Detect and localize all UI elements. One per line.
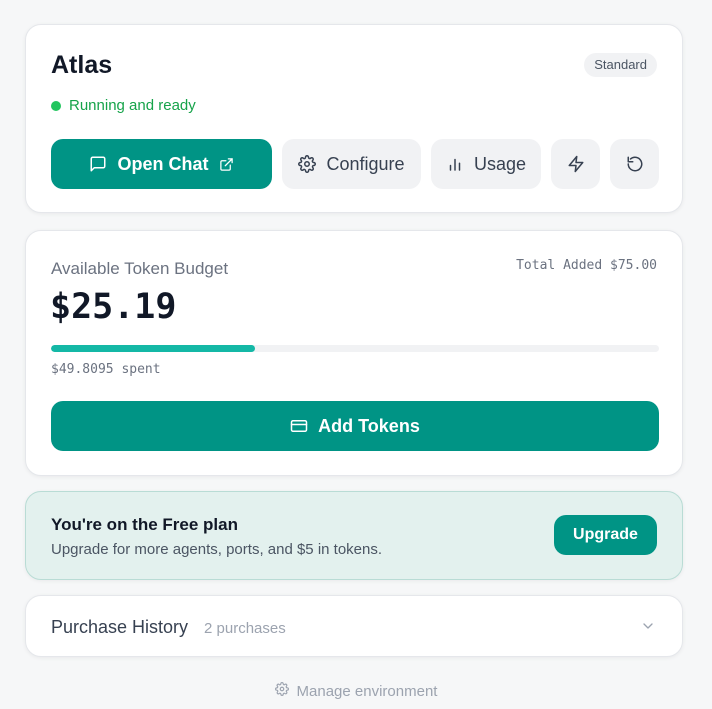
configure-label: Configure [326, 153, 405, 174]
plan-banner: You're on the Free plan Upgrade for more… [25, 491, 683, 580]
restart-icon [626, 155, 644, 173]
external-link-icon [219, 157, 234, 172]
bar-chart-icon [446, 155, 464, 173]
chat-icon [89, 155, 107, 173]
chevron-down-icon[interactable] [640, 618, 656, 639]
usage-button[interactable]: Usage [431, 139, 541, 189]
token-budget-card: Available Token Budget Total Added $75.0… [25, 230, 683, 476]
manage-environment-label: Manage environment [296, 682, 438, 700]
quick-action-button[interactable] [551, 139, 600, 189]
tier-badge: Standard [584, 53, 657, 77]
open-chat-button[interactable]: Open Chat [51, 139, 272, 189]
gear-icon [298, 155, 317, 173]
budget-balance: $25.19 [50, 287, 177, 327]
add-tokens-label: Add Tokens [318, 415, 420, 436]
purchase-history-panel[interactable]: Purchase History 2 purchases [25, 595, 683, 657]
add-tokens-button[interactable]: Add Tokens [51, 401, 659, 451]
plan-title: You're on the Free plan [51, 515, 238, 534]
upgrade-button[interactable]: Upgrade [554, 515, 657, 555]
budget-progress-bar [51, 345, 659, 352]
budget-progress-fill [51, 345, 256, 352]
purchase-count: 2 purchases [204, 620, 286, 637]
budget-label: Available Token Budget [51, 259, 229, 278]
lightning-icon [567, 155, 585, 173]
restart-button[interactable] [610, 139, 659, 189]
configure-button[interactable]: Configure [282, 139, 421, 189]
purchase-history-title: Purchase History [51, 617, 189, 637]
action-row: Open Chat Configure Usage [51, 139, 659, 189]
status-dot [51, 100, 61, 111]
card-icon [290, 417, 308, 435]
total-added: Total Added $75.00 [516, 258, 657, 273]
manage-environment-link[interactable]: Manage environment [0, 682, 712, 700]
agent-name: Atlas [51, 51, 113, 79]
agent-card: Atlas Standard Running and ready Open Ch… [25, 24, 683, 213]
status-indicator: Running and ready [51, 97, 196, 114]
open-chat-label: Open Chat [117, 153, 209, 174]
gear-icon [274, 682, 289, 700]
plan-subtitle: Upgrade for more agents, ports, and $5 i… [51, 541, 383, 558]
usage-label: Usage [473, 153, 527, 174]
status-text: Running and ready [69, 97, 196, 114]
spent-amount: $49.8095 spent [51, 362, 161, 377]
